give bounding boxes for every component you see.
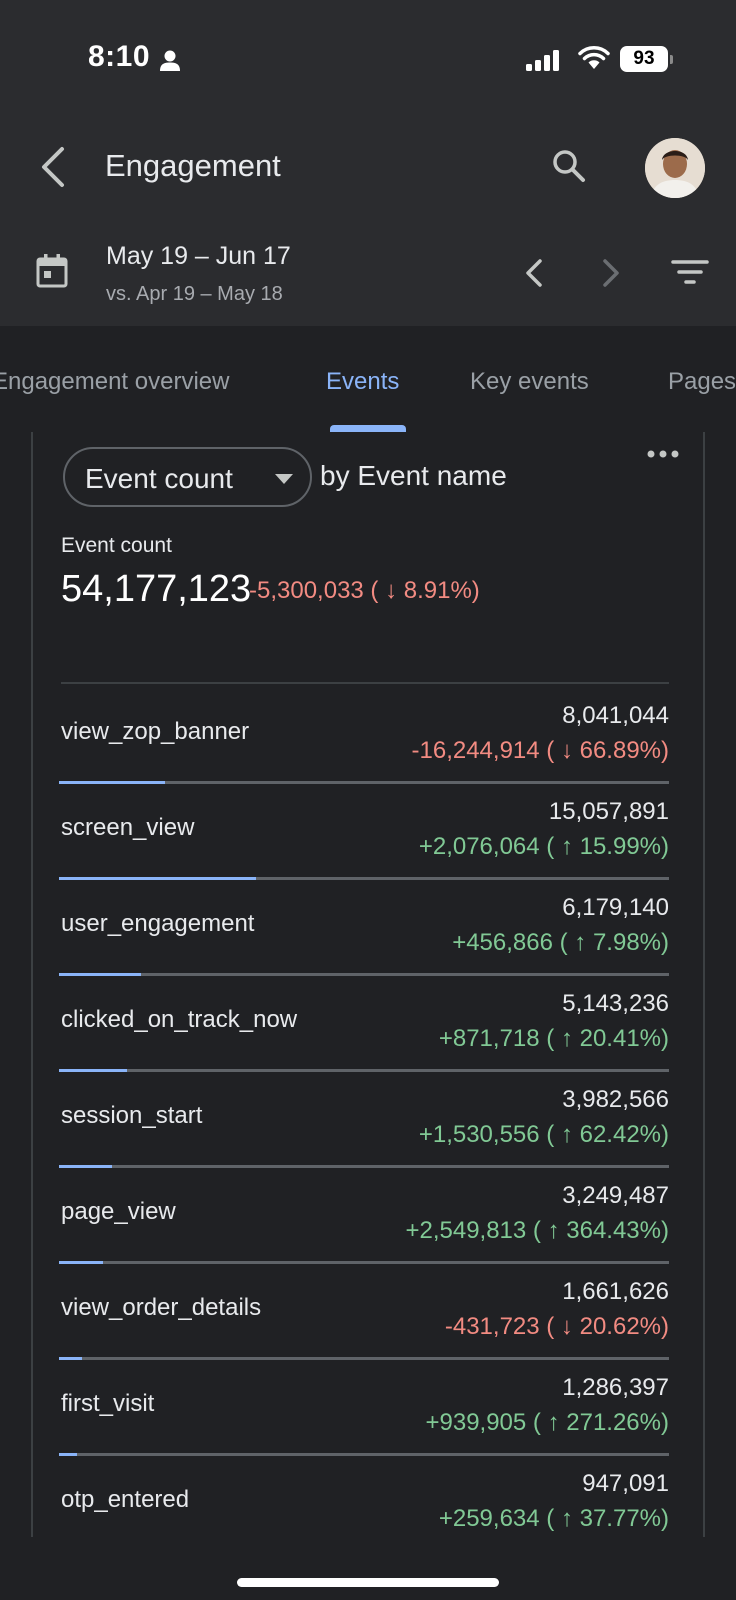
event-count-change: -16,244,914 ( ↓ 66.89%) [411,737,670,764]
event-count-value: 947,091 [582,1470,669,1497]
table-row[interactable]: clicked_on_track_now 5,143,236 +871,718 ( … [33,975,703,1072]
next-period-button[interactable] [595,256,625,290]
tab-engagement-overview[interactable]: Engagement overview [0,368,229,396]
event-count-value: 1,286,397 [562,1374,669,1401]
battery-icon: 93 [620,46,673,72]
chevron-right-icon [603,259,619,287]
table-row[interactable]: user_engagement 6,179,140 +456,866 ( ↑ 7.9… [33,879,703,976]
summary-change: -5,300,033 ( ↓ 8.91%) [249,577,480,604]
table-row[interactable]: page_view 3,249,487 +2,549,813 ( ↑ 364.43%… [33,1167,703,1264]
event-name: clicked_on_track_now [61,1006,298,1033]
back-arrow-icon [42,147,64,187]
event-name: view_order_details [61,1294,262,1321]
avatar[interactable] [645,138,705,198]
tab-key-events[interactable]: Key events [470,368,589,396]
table-row[interactable]: screen_view 15,057,891 +2,076,064 ( ↑ 15.9… [33,783,703,880]
event-name: session_start [61,1102,203,1129]
divider [61,682,669,684]
date-range[interactable]: May 19 – Jun 17 [106,242,291,271]
event-count-value: 6,179,140 [562,894,669,921]
event-count-change: +871,718 ( ↑ 20.41%) [438,1025,669,1052]
event-name: screen_view [61,814,195,841]
event-count-change: +2,076,064 ( ↑ 15.99%) [418,833,669,860]
event-count-value: 3,982,566 [562,1086,669,1113]
event-count-change: +259,634 ( ↑ 37.77%) [438,1505,669,1532]
signal-icon [526,50,559,71]
table-row[interactable]: first_visit 1,286,397 +939,905 ( ↑ 271.26%… [33,1359,703,1456]
event-count-change: +939,905 ( ↑ 271.26%) [425,1409,669,1436]
event-name: first_visit [61,1390,155,1417]
event-count-value: 5,143,236 [562,990,669,1017]
event-name: view_zop_banner [61,718,250,745]
summary-label: Event count [61,534,172,557]
top-app-bar: 8:10 93 Engagement May 19 – Jun 17 vs. A… [0,0,736,326]
calendar-icon [36,254,68,288]
bottom-safe-area [0,1537,736,1600]
avatar-image [645,138,705,198]
page-title: Engagement [105,148,281,183]
event-name: user_engagement [61,910,255,937]
previous-period-button[interactable] [520,256,550,290]
search-button[interactable] [550,147,590,187]
more-horizontal-icon [647,450,679,458]
filter-icon [671,260,709,284]
event-count-change: +2,549,813 ( ↑ 364.43%) [405,1217,669,1244]
event-name: page_view [61,1198,176,1225]
event-count-card: Event count by Event name Event count 54… [31,432,705,1537]
chevron-left-icon [526,259,542,287]
more-options-button[interactable] [643,442,683,466]
event-count-value: 3,249,487 [562,1182,669,1209]
status-time: 8:10 [88,40,151,73]
metric-selector[interactable]: Event count [63,447,312,507]
event-name: otp_entered [61,1486,190,1513]
filter-button[interactable] [670,258,710,288]
back-button[interactable] [36,145,72,189]
table-row[interactable]: otp_entered 947,091 +259,634 ( ↑ 37.77%) [33,1455,703,1537]
caret-down-icon [275,474,293,484]
home-indicator[interactable] [237,1578,499,1587]
comparison-date-range: vs. Apr 19 – May 18 [106,283,283,305]
table-row[interactable]: view_order_details 1,661,626 -431,723 ( ↓ … [33,1263,703,1360]
event-count-value: 15,057,891 [548,798,669,825]
tab-events[interactable]: Events [326,368,399,396]
screen: 8:10 93 Engagement May 19 – Jun 17 vs. A… [0,0,736,1600]
wifi-icon [578,46,610,69]
table-row[interactable]: view_zop_banner 8,041,044 -16,244,914 ( ↓ … [33,687,703,784]
tab-pages[interactable]: Pages [668,368,736,396]
summary-value: 54,177,123 [61,568,252,610]
event-count-change: -431,723 ( ↓ 20.62%) [444,1313,669,1340]
active-tab-indicator [330,425,406,432]
event-count-value: 1,661,626 [562,1278,669,1305]
search-icon [553,150,585,182]
person-icon [160,50,180,71]
dimension-label: by Event name [320,460,507,491]
event-count-value: 8,041,044 [562,702,669,729]
event-count-change: +1,530,556 ( ↑ 62.42%) [418,1121,669,1148]
metric-selector-label: Event count [85,463,233,494]
report-tabs: Engagement overview Events Key events Pa… [0,326,736,432]
table-row[interactable]: session_start 3,982,566 +1,530,556 ( ↑ 62.… [33,1071,703,1168]
event-count-change: +456,866 ( ↑ 7.98%) [452,929,669,956]
